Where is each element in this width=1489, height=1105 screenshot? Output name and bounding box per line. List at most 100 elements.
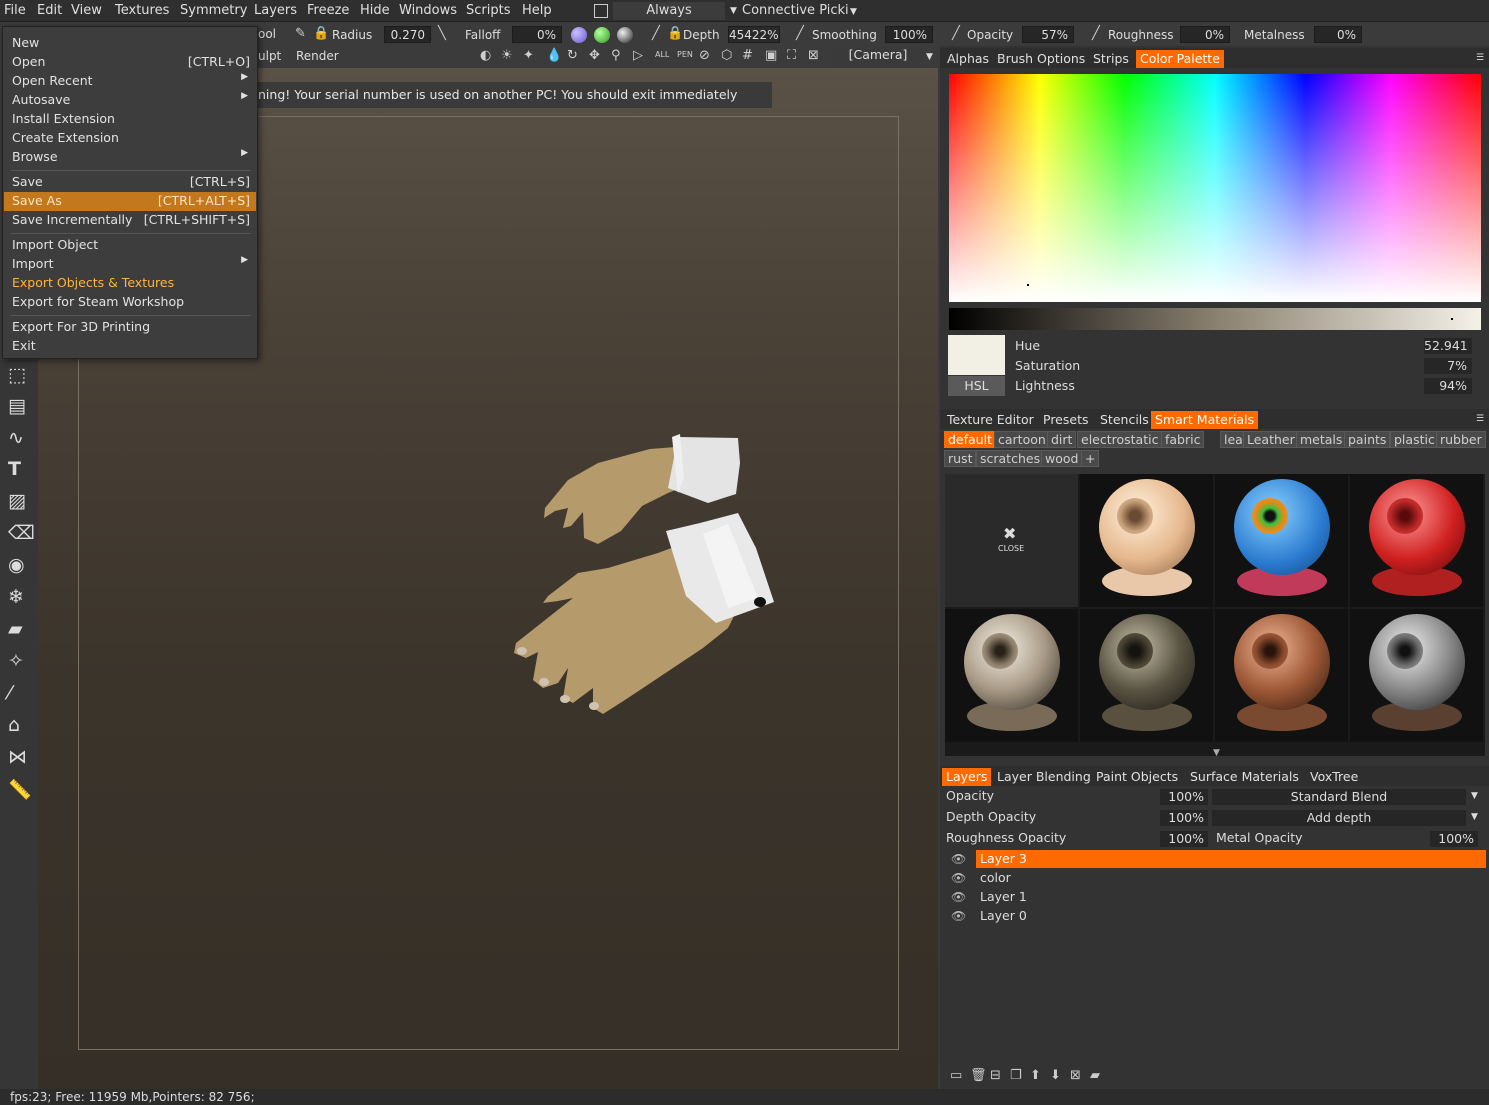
chip-wood[interactable]: wood	[1041, 450, 1083, 467]
chip-fabric[interactable]: fabric	[1161, 431, 1205, 448]
layer-item[interactable]: 👁 Layer 3	[948, 850, 1486, 868]
new-layer-icon[interactable]: ▭	[950, 1068, 962, 1083]
menu-item-open[interactable]: Open [CTRL+O]	[4, 53, 256, 72]
layer-item[interactable]: 👁 Layer 0	[948, 907, 1486, 925]
material-red-plastic[interactable]	[1350, 474, 1483, 607]
chip-electrostatic[interactable]: electrostatic	[1077, 431, 1163, 448]
eye-icon[interactable]: 👁	[951, 871, 966, 885]
eraser-tool-icon[interactable]: ⌫	[8, 522, 35, 544]
camera-dropdown[interactable]: [Camera]	[833, 47, 923, 65]
material-cartoon[interactable]	[1215, 474, 1348, 607]
sculpt-room-tab[interactable]: ulpt	[258, 49, 281, 63]
ruler-tool-icon[interactable]: ▰	[8, 618, 23, 640]
metalness-input[interactable]: 0%	[1314, 26, 1362, 43]
magic-wand-icon[interactable]: ✧	[8, 650, 24, 672]
radius-input[interactable]: 0.270	[384, 26, 431, 43]
eye-icon[interactable]: 👁	[951, 890, 966, 904]
material-skin[interactable]	[1080, 474, 1213, 607]
layer-item[interactable]: 👁 color	[948, 869, 1486, 887]
depth-input[interactable]: 45422%	[728, 26, 780, 43]
fullscreen-icon[interactable]: ⛶	[787, 48, 796, 63]
chip-metals[interactable]: metals	[1296, 431, 1347, 448]
add-material-icon[interactable]: +	[1081, 450, 1100, 467]
menu-windows[interactable]: Windows	[399, 3, 457, 18]
rotate-icon[interactable]: ↻	[567, 48, 578, 63]
sphere-material-icon[interactable]	[571, 27, 587, 43]
hue-value[interactable]: 52.941	[1424, 338, 1472, 354]
material-scratched-metal[interactable]	[1350, 609, 1483, 742]
blend-mode-dropdown[interactable]: Standard Blend	[1212, 789, 1466, 805]
eye-icon[interactable]: 👁	[951, 852, 966, 866]
menu-item-save[interactable]: Save [CTRL+S]	[4, 173, 256, 192]
menu-symmetry[interactable]: Symmetry	[180, 3, 247, 18]
menu-edit[interactable]: Edit	[37, 3, 62, 18]
trash-icon[interactable]: 🗑	[970, 1068, 987, 1083]
menu-item-install-extension[interactable]: Install Extension	[4, 110, 256, 129]
water-drop-icon[interactable]: 💧	[546, 48, 562, 63]
brush-icon[interactable]: ✎	[295, 26, 306, 41]
tab-strips[interactable]: Strips	[1089, 50, 1133, 68]
move-up-icon[interactable]: ⬆	[1030, 1068, 1041, 1083]
chip-scratches[interactable]: scratches	[976, 450, 1045, 467]
layer-opacity-input[interactable]: 100%	[1160, 789, 1208, 805]
menu-item-autosave[interactable]: Autosave ▶	[4, 91, 256, 110]
material-copper[interactable]	[1215, 609, 1348, 742]
tab-color-palette[interactable]: Color Palette	[1136, 50, 1224, 68]
menu-item-exit[interactable]: Exit	[4, 337, 256, 356]
grid-icon[interactable]: #	[742, 48, 753, 63]
smoothing-input[interactable]: 100%	[885, 26, 933, 43]
menu-item-export-3d-printing[interactable]: Export For 3D Printing	[4, 318, 256, 337]
tab-layer-blending[interactable]: Layer Blending	[993, 768, 1095, 786]
image-icon[interactable]: ▣	[765, 48, 777, 63]
menu-help[interactable]: Help	[522, 3, 552, 18]
always-checkbox[interactable]	[594, 4, 608, 18]
always-dropdown[interactable]: Always	[613, 2, 725, 20]
contrast-icon[interactable]: ◐	[480, 48, 491, 63]
tab-alphas[interactable]: Alphas	[943, 50, 993, 68]
panel-menu-icon[interactable]: ☰	[1476, 414, 1484, 424]
menu-hide[interactable]: Hide	[360, 3, 390, 18]
tab-stencils[interactable]: Stencils	[1096, 411, 1153, 429]
tab-texture-editor[interactable]: Texture Editor	[943, 411, 1038, 429]
green-sphere-icon[interactable]	[594, 27, 610, 43]
freeze-tool-icon[interactable]: ❄	[8, 586, 24, 608]
menu-item-export-objects-textures[interactable]: Export Objects & Textures	[4, 274, 256, 293]
roughness-input[interactable]: 0%	[1180, 26, 1230, 43]
tab-smart-materials[interactable]: Smart Materials	[1151, 411, 1259, 429]
eye-icon[interactable]: 👁	[951, 909, 966, 923]
tab-voxtree[interactable]: VoxTree	[1306, 768, 1362, 786]
no-icon[interactable]: ⊘	[699, 48, 710, 63]
split-view-icon[interactable]: ⊠	[808, 48, 819, 63]
chevron-down-icon[interactable]: ▼	[1213, 748, 1220, 756]
chip-dirt[interactable]: dirt	[1047, 431, 1077, 448]
drop-icon[interactable]: ✦	[523, 48, 534, 63]
menu-item-create-extension[interactable]: Create Extension	[4, 129, 256, 148]
menu-scripts[interactable]: Scripts	[466, 3, 510, 18]
material-chrome[interactable]	[945, 609, 1078, 742]
dark-sphere-icon[interactable]	[617, 27, 633, 43]
menu-item-new[interactable]: New	[4, 34, 256, 53]
play-icon[interactable]: ▷	[633, 48, 643, 63]
menu-textures[interactable]: Textures	[115, 3, 169, 18]
clear-layer-icon[interactable]: ⊠	[1070, 1068, 1081, 1083]
curve-tool-icon[interactable]: ∿	[8, 427, 24, 449]
opacity-input[interactable]: 57%	[1022, 26, 1074, 43]
saturation-value[interactable]: 7%	[1424, 358, 1472, 374]
menu-item-import[interactable]: Import ▶	[4, 255, 256, 274]
menu-item-save-as[interactable]: Save As [CTRL+ALT+S]	[4, 192, 256, 211]
tab-brush-options[interactable]: Brush Options	[993, 50, 1089, 68]
saturation-row[interactable]: Saturation 7%	[1010, 358, 1482, 376]
lock-icon[interactable]: 🔒	[667, 26, 683, 41]
light-icon[interactable]: ☀	[501, 48, 513, 63]
page-tool-icon[interactable]: ▤	[8, 395, 26, 417]
tab-presets[interactable]: Presets	[1039, 411, 1093, 429]
menu-item-import-object[interactable]: Import Object	[4, 236, 256, 255]
depth-opacity-input[interactable]: 100%	[1160, 810, 1208, 826]
color-swatch[interactable]	[948, 335, 1005, 375]
render-room-tab[interactable]: Render	[296, 49, 339, 63]
chip-rust[interactable]: rust	[944, 450, 977, 467]
close-cell[interactable]: ✖ CLOSE	[945, 474, 1078, 607]
color-picker-field[interactable]	[949, 74, 1481, 302]
menu-item-open-recent[interactable]: Open Recent ▶	[4, 72, 256, 91]
falloff-input[interactable]: 0%	[512, 26, 562, 43]
